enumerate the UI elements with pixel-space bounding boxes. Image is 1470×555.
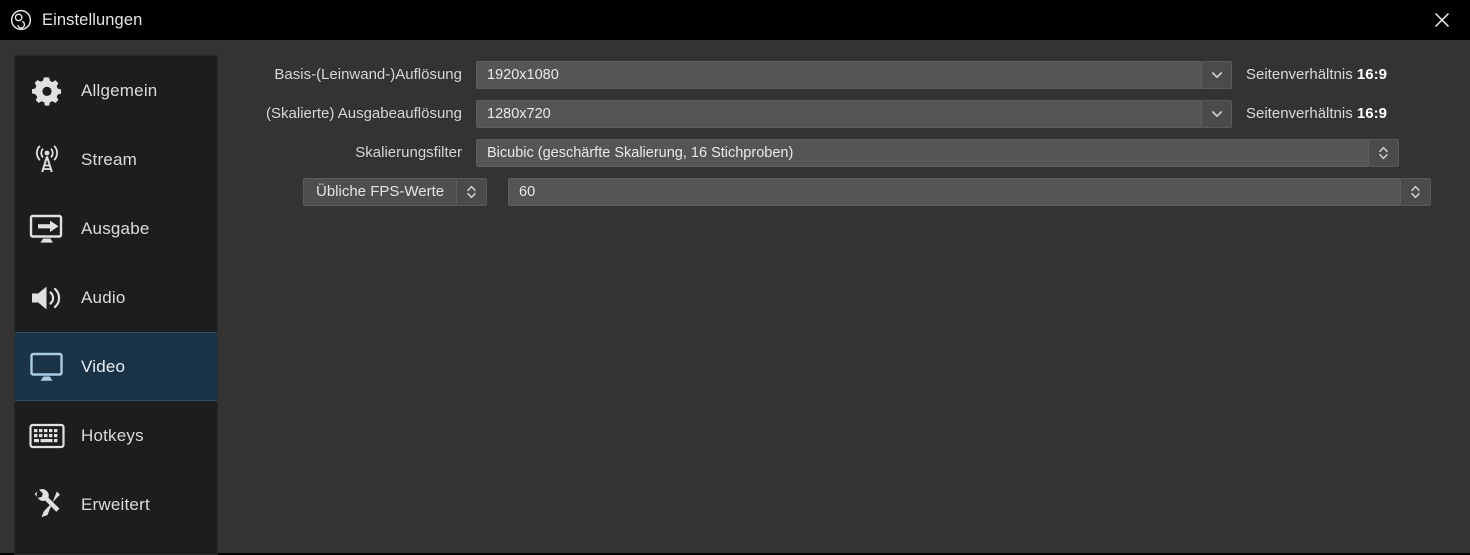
obs-logo-icon bbox=[9, 8, 33, 32]
chevron-down-icon[interactable] bbox=[1202, 99, 1232, 128]
title-bar: Einstellungen bbox=[0, 0, 1470, 40]
base-aspect-value: 16:9 bbox=[1356, 66, 1387, 83]
fps-row: Übliche FPS-Werte 60 bbox=[232, 172, 1457, 211]
base-resolution-row: Basis-(Leinwand-)Auflösung 1920x1080 Sei… bbox=[232, 55, 1457, 94]
sidebar-item-label: Hotkeys bbox=[81, 425, 144, 445]
sidebar-item-allgemein[interactable]: Allgemein bbox=[15, 56, 217, 125]
output-resolution-combo[interactable]: 1280x720 bbox=[476, 99, 1202, 128]
broadcast-icon bbox=[23, 138, 71, 182]
sidebar-item-label: Video bbox=[81, 356, 126, 376]
monitor-arrow-icon bbox=[23, 207, 71, 251]
base-resolution-label: Basis-(Leinwand-)Auflösung bbox=[274, 66, 462, 83]
sidebar-item-label: Ausgabe bbox=[81, 218, 150, 238]
output-aspect-ratio: Seitenverhältnis 16:9 bbox=[1246, 105, 1387, 122]
sidebar-item-label: Stream bbox=[81, 149, 137, 169]
sidebar-item-label: Audio bbox=[81, 287, 126, 307]
up-down-chevron-icon[interactable] bbox=[457, 177, 488, 206]
output-aspect-value: 16:9 bbox=[1356, 105, 1387, 122]
keyboard-icon bbox=[23, 414, 71, 458]
monitor-icon bbox=[23, 345, 71, 389]
sidebar-item-stream[interactable]: Stream bbox=[15, 125, 217, 194]
settings-sidebar: Allgemein Stream Ausgabe Audio Video Hot… bbox=[14, 55, 218, 555]
fps-type-combo[interactable]: Übliche FPS-Werte bbox=[303, 177, 458, 206]
fps-value-input[interactable]: 60 bbox=[508, 177, 1401, 206]
sidebar-item-video[interactable]: Video bbox=[15, 332, 217, 401]
downscale-filter-row: Skalierungsfilter Bicubic (geschärfte Sk… bbox=[232, 133, 1457, 172]
chevron-down-icon[interactable] bbox=[1202, 60, 1232, 89]
window-title: Einstellungen bbox=[42, 10, 143, 29]
base-resolution-combo[interactable]: 1920x1080 bbox=[476, 60, 1202, 89]
speaker-icon bbox=[23, 276, 71, 320]
sidebar-item-erweitert[interactable]: Erweitert bbox=[15, 470, 217, 539]
tools-icon bbox=[23, 483, 71, 527]
sidebar-item-ausgabe[interactable]: Ausgabe bbox=[15, 194, 217, 263]
sidebar-item-label: Erweitert bbox=[81, 494, 150, 514]
sidebar-item-label: Allgemein bbox=[81, 80, 158, 100]
fps-type-selector: Übliche FPS-Werte bbox=[303, 177, 488, 206]
downscale-filter-combo[interactable]: Bicubic (geschärfte Skalierung, 16 Stich… bbox=[476, 138, 1369, 167]
downscale-filter-label: Skalierungsfilter bbox=[355, 144, 462, 161]
output-resolution-label: (Skalierte) Ausgabeauflösung bbox=[266, 105, 462, 122]
up-down-chevron-icon[interactable] bbox=[1369, 138, 1399, 167]
up-down-chevron-icon[interactable] bbox=[1401, 177, 1431, 206]
base-aspect-ratio: Seitenverhältnis 16:9 bbox=[1246, 66, 1387, 83]
base-aspect-label: Seitenverhältnis bbox=[1246, 66, 1353, 83]
sidebar-item-hotkeys[interactable]: Hotkeys bbox=[15, 401, 217, 470]
settings-window-body: Allgemein Stream Ausgabe Audio Video Hot… bbox=[0, 40, 1470, 555]
sidebar-item-audio[interactable]: Audio bbox=[15, 263, 217, 332]
output-resolution-row: (Skalierte) Ausgabeauflösung 1280x720 Se… bbox=[232, 94, 1457, 133]
output-aspect-label: Seitenverhältnis bbox=[1246, 105, 1353, 122]
gear-icon bbox=[23, 69, 71, 113]
close-icon[interactable] bbox=[1414, 0, 1470, 40]
video-settings-form: Basis-(Leinwand-)Auflösung 1920x1080 Sei… bbox=[232, 55, 1457, 211]
